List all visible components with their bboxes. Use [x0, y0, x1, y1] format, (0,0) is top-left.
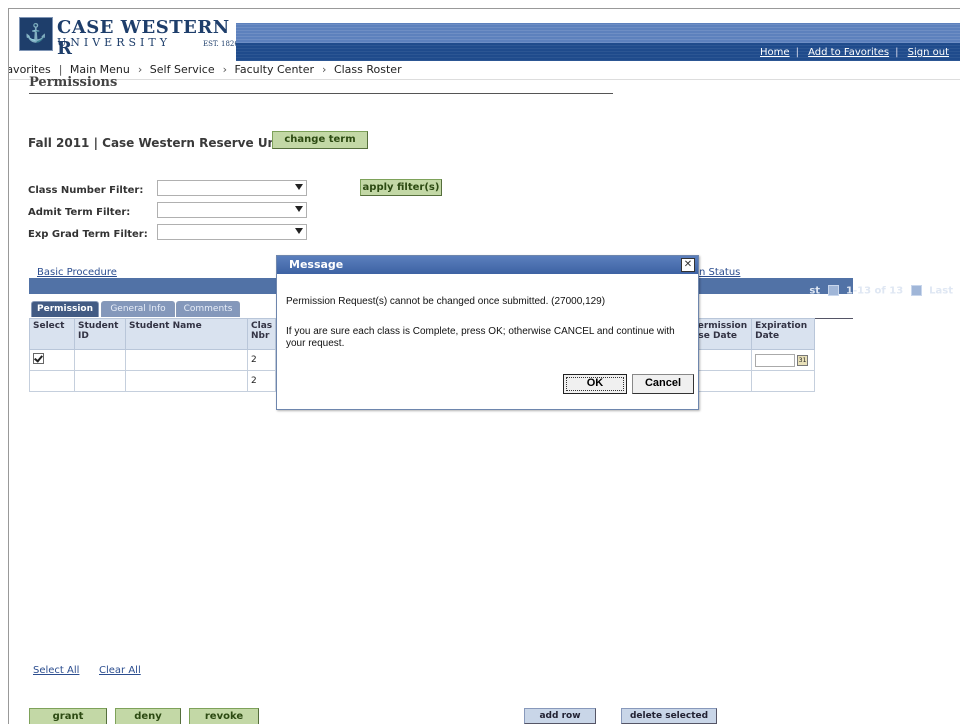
add-row-button[interactable]: add row [524, 708, 596, 724]
page-title: Permissions [29, 75, 118, 90]
column-select: Select [29, 318, 75, 350]
add-to-favorites-link[interactable]: Add to Favorites [808, 47, 889, 58]
class-number-filter-label: Class Number Filter: [28, 185, 144, 196]
breadcrumb: Favorites| Main Menu› Self Service› Facu… [9, 61, 960, 80]
grant-button[interactable]: grant [29, 708, 107, 724]
cancel-button[interactable]: Cancel [632, 374, 694, 394]
deny-button[interactable]: deny [115, 708, 181, 724]
row-range: 1-13 of 13 [846, 285, 904, 297]
row-checkbox[interactable] [33, 353, 44, 364]
select-cell[interactable] [29, 349, 75, 371]
expiration-date-input[interactable] [755, 353, 796, 367]
clear-all-link[interactable]: Clear All [99, 665, 141, 676]
apply-filters-button[interactable]: apply filter(s) [360, 179, 442, 196]
grid-navigation: st 1-13 of 13 Last [809, 285, 953, 297]
browser-frame: ⚓ CASE WESTERN R UNIVERSITY EST. 1826 Ho… [8, 8, 960, 724]
expiration-date-cell [751, 370, 816, 392]
delete-selected-button[interactable]: delete selected [621, 708, 717, 724]
sign-out-link[interactable]: Sign out [908, 47, 949, 58]
dialog-message: Permission Request(s) cannot be changed … [286, 296, 606, 307]
column-student-id: Student ID [74, 318, 126, 350]
logo-emblem-icon: ⚓ [19, 17, 53, 51]
class-nbr-cell: 2 [246, 370, 277, 392]
class-number-filter-select[interactable] [157, 180, 307, 196]
breadcrumb-faculty-center[interactable]: Faculty Center [235, 63, 314, 76]
message-dialog: Message ✕ Permission Request(s) cannot b… [276, 255, 699, 410]
header-banner [236, 23, 960, 43]
title-divider [29, 93, 613, 94]
header: ⚓ CASE WESTERN R UNIVERSITY EST. 1826 Ho… [9, 9, 960, 61]
exp-grad-term-filter-select[interactable] [157, 224, 307, 240]
home-link[interactable]: Home [760, 47, 790, 58]
logo-est: EST. 1826 [203, 40, 239, 48]
close-icon[interactable]: ✕ [681, 258, 695, 272]
university-logo: ⚓ CASE WESTERN R UNIVERSITY EST. 1826 [19, 17, 239, 61]
column-class-nbr: Clas Nbr [246, 318, 277, 350]
expiration-date-cell: 31 [751, 349, 816, 371]
admit-term-filter-select[interactable] [157, 202, 307, 218]
column-student-name: Student Name [125, 318, 248, 350]
next-arrow-icon[interactable] [910, 285, 922, 296]
student-id-cell [74, 349, 126, 371]
top-links: Home | Add to Favorites | Sign out [760, 47, 949, 58]
select-all-link[interactable]: Select All [33, 665, 79, 676]
chevron-down-icon [295, 206, 303, 212]
chevron-down-icon [295, 184, 303, 190]
student-id-cell [74, 370, 126, 392]
dialog-title-bar: Message ✕ [277, 256, 698, 274]
last-label[interactable]: Last [929, 286, 953, 297]
first-label[interactable]: st [809, 286, 820, 297]
admit-term-filter-label: Admit Term Filter: [28, 207, 131, 218]
dialog-detail: If you are sure each class is Complete, … [286, 326, 675, 349]
term-text: Fall 2011 | Case Western Reserve Univ [28, 136, 289, 150]
class-nbr-cell: 2 [246, 349, 277, 371]
ok-button[interactable]: OK [563, 374, 627, 394]
previous-arrow-icon[interactable] [827, 285, 839, 296]
tab-general-info[interactable]: General Info [101, 301, 175, 317]
revoke-button[interactable]: revoke [189, 708, 259, 724]
tab-comments[interactable]: Comments [176, 301, 240, 317]
breadcrumb-self-service[interactable]: Self Service [150, 63, 215, 76]
select-cell[interactable] [29, 370, 75, 392]
student-name-cell [125, 349, 248, 371]
logo-word2: UNIVERSITY [57, 36, 171, 49]
breadcrumb-class-roster[interactable]: Class Roster [334, 63, 402, 76]
status-link[interactable]: n Status [699, 267, 740, 278]
basic-procedure-link[interactable]: Basic Procedure [37, 267, 117, 278]
column-expiration-date: Expiration Date [751, 318, 816, 350]
chevron-down-icon [295, 228, 303, 234]
calendar-icon[interactable]: 31 [797, 354, 809, 366]
exp-grad-term-filter-label: Exp Grad Term Filter: [28, 229, 148, 240]
change-term-button[interactable]: change term [272, 131, 368, 149]
tab-permission[interactable]: Permission [31, 301, 99, 317]
dialog-title: Message [289, 258, 344, 271]
student-name-cell [125, 370, 248, 392]
